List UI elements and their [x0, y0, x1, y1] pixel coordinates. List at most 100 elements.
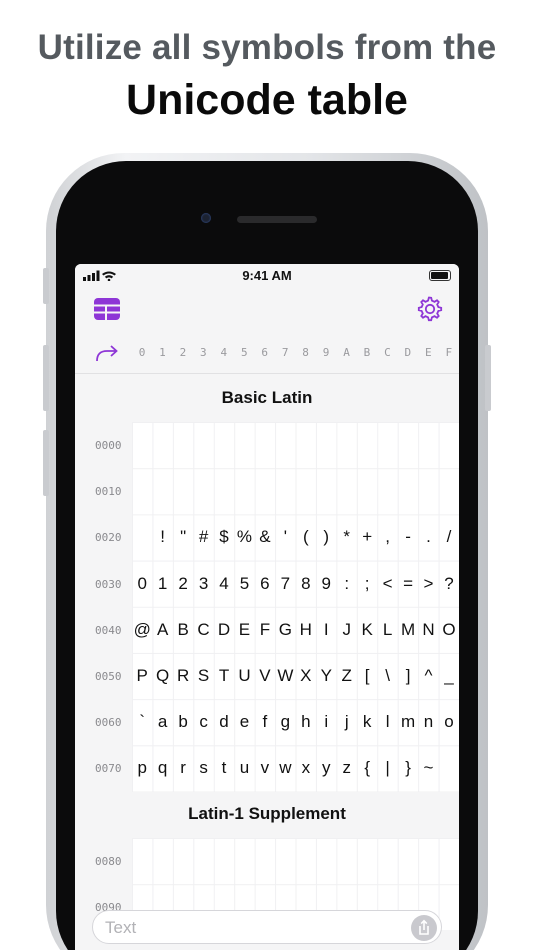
character-cell[interactable]: g: [275, 712, 295, 732]
character-cell[interactable]: w: [275, 758, 295, 778]
character-cell[interactable]: 6: [255, 574, 275, 594]
character-cell[interactable]: t: [214, 758, 234, 778]
character-cell[interactable]: 0: [132, 574, 152, 594]
character-cell[interactable]: d: [214, 712, 234, 732]
character-cell[interactable]: W: [275, 666, 295, 686]
character-cell[interactable]: <: [377, 574, 397, 594]
character-cell[interactable]: &: [255, 527, 275, 547]
share-button[interactable]: [411, 915, 437, 941]
character-cell[interactable]: 9: [316, 574, 336, 594]
character-cell[interactable]: L: [377, 620, 397, 640]
character-cell[interactable]: _: [439, 666, 459, 686]
character-cell[interactable]: X: [296, 666, 316, 686]
character-cell[interactable]: J: [337, 620, 357, 640]
character-cell[interactable]: :: [337, 574, 357, 594]
character-cell[interactable]: |: [377, 758, 397, 778]
character-cell[interactable]: `: [132, 712, 152, 732]
character-cell[interactable]: i: [316, 712, 336, 732]
character-cell[interactable]: .: [418, 527, 438, 547]
character-cell[interactable]: 1: [152, 574, 172, 594]
character-cell[interactable]: h: [296, 712, 316, 732]
phone-screen: 9:41 AM 0123456789ABCDEF Basic Latin 000…: [75, 264, 459, 950]
character-cell[interactable]: j: [337, 712, 357, 732]
character-cell[interactable]: K: [357, 620, 377, 640]
character-cell[interactable]: H: [296, 620, 316, 640]
character-cell[interactable]: *: [337, 527, 357, 547]
character-cell[interactable]: c: [193, 712, 213, 732]
character-cell[interactable]: r: [173, 758, 193, 778]
text-input[interactable]: [105, 917, 385, 939]
character-cell[interactable]: n: [418, 712, 438, 732]
character-cell[interactable]: e: [234, 712, 254, 732]
character-cell[interactable]: ): [316, 527, 336, 547]
redirect-arrow-icon[interactable]: [95, 344, 119, 362]
character-cell[interactable]: C: [193, 620, 213, 640]
character-cell[interactable]: 4: [214, 574, 234, 594]
character-cell[interactable]: o: [439, 712, 459, 732]
gear-icon[interactable]: [415, 295, 443, 323]
character-cell[interactable]: 2: [173, 574, 193, 594]
character-cell[interactable]: Z: [337, 666, 357, 686]
character-cell[interactable]: I: [316, 620, 336, 640]
character-cell[interactable]: z: [337, 758, 357, 778]
character-cell[interactable]: F: [255, 620, 275, 640]
character-cell[interactable]: E: [234, 620, 254, 640]
character-cell[interactable]: }: [398, 758, 418, 778]
character-cell[interactable]: +: [357, 527, 377, 547]
character-cell[interactable]: T: [214, 666, 234, 686]
character-cell[interactable]: >: [418, 574, 438, 594]
character-cell[interactable]: 3: [193, 574, 213, 594]
character-cell[interactable]: Y: [316, 666, 336, 686]
character-cell[interactable]: U: [234, 666, 254, 686]
character-cell[interactable]: m: [398, 712, 418, 732]
character-cell[interactable]: ]: [398, 666, 418, 686]
character-cell[interactable]: ?: [439, 574, 459, 594]
character-cell[interactable]: q: [152, 758, 172, 778]
character-cell[interactable]: A: [152, 620, 172, 640]
character-cell[interactable]: /: [439, 527, 459, 547]
character-cell[interactable]: ": [173, 527, 193, 547]
character-cell[interactable]: (: [296, 527, 316, 547]
character-cell[interactable]: ~: [418, 758, 438, 778]
character-cell[interactable]: p: [132, 758, 152, 778]
character-cell[interactable]: a: [152, 712, 172, 732]
character-cell[interactable]: S: [193, 666, 213, 686]
character-cell[interactable]: x: [296, 758, 316, 778]
character-cell[interactable]: $: [214, 527, 234, 547]
character-cell[interactable]: R: [173, 666, 193, 686]
character-cell[interactable]: P: [132, 666, 152, 686]
character-cell[interactable]: D: [214, 620, 234, 640]
character-cell[interactable]: v: [255, 758, 275, 778]
character-cell[interactable]: #: [193, 527, 213, 547]
character-cell[interactable]: M: [398, 620, 418, 640]
character-cell[interactable]: ': [275, 527, 295, 547]
character-cell[interactable]: [: [357, 666, 377, 686]
character-cell[interactable]: 7: [275, 574, 295, 594]
character-cell[interactable]: N: [418, 620, 438, 640]
character-cell[interactable]: b: [173, 712, 193, 732]
character-cell[interactable]: B: [173, 620, 193, 640]
character-cell[interactable]: 8: [296, 574, 316, 594]
character-cell[interactable]: G: [275, 620, 295, 640]
character-cell[interactable]: ^: [418, 666, 438, 686]
character-cell[interactable]: {: [357, 758, 377, 778]
character-cell[interactable]: k: [357, 712, 377, 732]
character-cell[interactable]: !: [152, 527, 172, 547]
character-cell[interactable]: f: [255, 712, 275, 732]
character-cell[interactable]: ,: [377, 527, 397, 547]
table-icon[interactable]: [93, 295, 121, 323]
character-cell[interactable]: \: [377, 666, 397, 686]
character-cell[interactable]: ;: [357, 574, 377, 594]
character-cell[interactable]: =: [398, 574, 418, 594]
character-cell[interactable]: u: [234, 758, 254, 778]
character-cell[interactable]: l: [377, 712, 397, 732]
character-cell[interactable]: -: [398, 527, 418, 547]
character-cell[interactable]: @: [132, 620, 152, 640]
character-cell[interactable]: Q: [152, 666, 172, 686]
character-cell[interactable]: %: [234, 527, 254, 547]
character-cell[interactable]: s: [193, 758, 213, 778]
character-cell[interactable]: V: [255, 666, 275, 686]
character-cell[interactable]: O: [439, 620, 459, 640]
character-cell[interactable]: 5: [234, 574, 254, 594]
character-cell[interactable]: y: [316, 758, 336, 778]
